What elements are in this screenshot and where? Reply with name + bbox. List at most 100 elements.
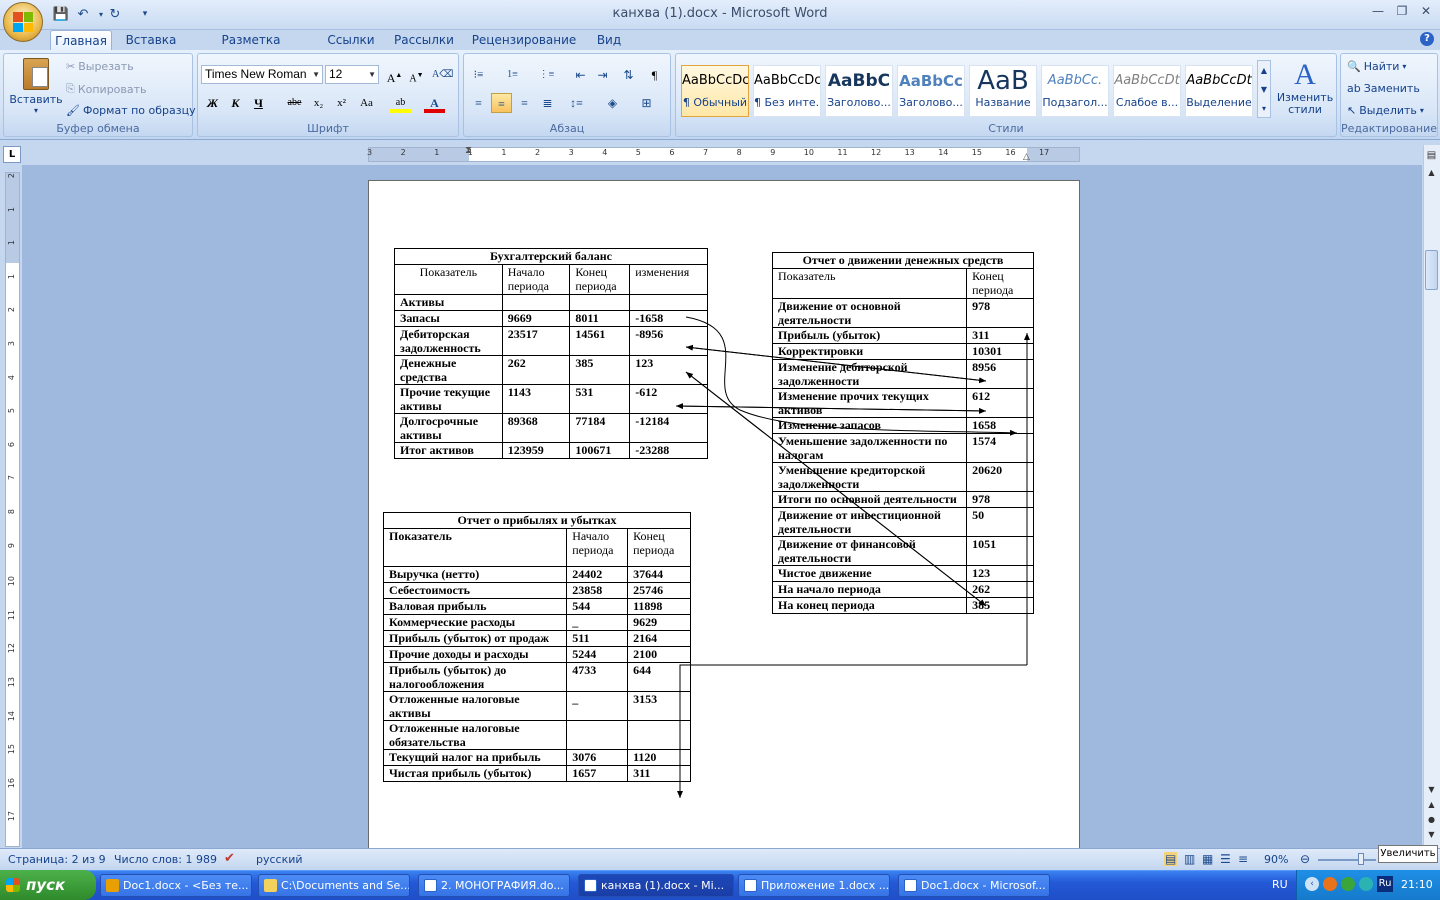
print-layout-icon[interactable]: ▤ <box>1164 852 1178 866</box>
table-row[interactable]: Корректировки 10301 <box>771 343 1034 360</box>
tab-references[interactable]: Ссылки <box>322 30 380 50</box>
tray-language-icon[interactable]: Ru <box>1377 876 1393 892</box>
scroll-up-icon[interactable]: ▲ <box>1425 168 1438 180</box>
tab-selector[interactable]: L <box>3 146 21 163</box>
line-spacing-icon[interactable]: ↕≡ <box>566 93 587 113</box>
table-row[interactable]: Чистое движение 123 <box>771 565 1034 582</box>
tab-view[interactable]: Вид <box>590 30 628 50</box>
style-subtle-emphasis[interactable]: AaBbCcDt Слабое в... <box>1113 65 1181 117</box>
table-row[interactable]: Прочие текущие активы 1143 531 -612 <box>394 384 708 414</box>
sort-icon[interactable]: ⇅ <box>618 65 639 85</box>
align-right-icon[interactable]: ≡ <box>514 93 535 113</box>
cut-button[interactable]: ✂ Вырезать <box>66 60 134 73</box>
taskbar-item[interactable]: Doc1.docx - Microsof... <box>898 874 1050 897</box>
find-button[interactable]: 🔍 Найти ▾ <box>1347 60 1406 73</box>
strikethrough-button[interactable]: abe <box>284 93 305 113</box>
restore-icon[interactable]: ❐ <box>1392 4 1412 22</box>
table-row[interactable]: Уменьшение кредиторской задолженности 206… <box>771 462 1034 492</box>
shrink-font-icon[interactable]: A▼ <box>406 65 427 85</box>
outline-icon[interactable]: ☰ <box>1220 852 1231 866</box>
style-no-spacing[interactable]: AaBbCcDc ¶ Без инте... <box>753 65 821 117</box>
align-center-icon[interactable]: ≡ <box>491 93 512 113</box>
start-button[interactable]: пуск <box>0 870 96 900</box>
shading-icon[interactable]: ◈ <box>602 93 623 113</box>
style-emphasis[interactable]: AaBbCcDt Выделение <box>1185 65 1253 117</box>
tray-app-icon[interactable] <box>1359 877 1373 891</box>
table-row[interactable]: Изменение прочих текущих активов 612 <box>771 388 1034 418</box>
taskbar-item[interactable]: Doc1.docx - <Без те... <box>100 874 252 897</box>
web-layout-icon[interactable]: ▦ <box>1202 852 1213 866</box>
customize-qat-icon[interactable]: ▾ <box>136 5 154 23</box>
scrollbar-thumb[interactable] <box>1425 250 1438 290</box>
table-row[interactable]: Коммерческие расходы _ 9629 <box>382 614 691 631</box>
language-indicator[interactable]: русский <box>256 853 303 866</box>
zoom-level[interactable]: 90% <box>1264 853 1288 866</box>
underline-button[interactable]: Ч <box>248 93 269 113</box>
zoom-out-icon[interactable]: ⊖ <box>1300 852 1310 866</box>
style-normal[interactable]: AaBbCcDc ¶ Обычный <box>681 65 749 117</box>
right-indent-marker-icon[interactable]: △ <box>1023 152 1030 162</box>
table-row[interactable]: Себестоимость 23858 25746 <box>382 582 691 599</box>
table-row[interactable]: Отложенные налоговые активы _ 3153 <box>382 691 691 721</box>
decrease-indent-icon[interactable]: ⇤ <box>570 65 591 85</box>
help-icon[interactable]: ? <box>1420 32 1434 46</box>
zoom-slider-thumb[interactable] <box>1358 853 1364 865</box>
borders-icon[interactable]: ⊞ <box>636 93 657 113</box>
style-subtitle[interactable]: AaBbCc. Подзагол... <box>1041 65 1109 117</box>
tab-home[interactable]: Главная <box>50 30 112 50</box>
table-row[interactable]: Активы <box>394 294 708 311</box>
tray-app-icon[interactable] <box>1323 877 1337 891</box>
vertical-ruler[interactable]: 2 1 1 1 2 3 4 5 6 7 8 9 10 11 12 13 14 15 16 17 <box>5 172 20 847</box>
italic-button[interactable]: К <box>225 93 246 113</box>
font-size-combo[interactable]: 12 ▼ <box>325 65 379 84</box>
input-language[interactable]: RU <box>1272 878 1288 891</box>
highlight-icon[interactable]: ab <box>390 93 411 113</box>
styles-scroll[interactable]: ▲ ▼ ▾ <box>1257 60 1271 118</box>
table-row[interactable]: Прочие доходы и расходы 5244 2100 <box>382 646 691 663</box>
table-row[interactable]: Выручка (нетто) 24402 37644 <box>382 566 691 583</box>
balance-table[interactable]: Бухгалтерский баланс Показатель Начало п… <box>394 248 708 459</box>
superscript-button[interactable]: x² <box>331 93 352 113</box>
justify-icon[interactable]: ≣ <box>537 93 558 113</box>
table-row[interactable]: Итог активов 123959 100671 -23288 <box>394 442 708 459</box>
proofing-icon[interactable]: ✔ <box>224 851 235 866</box>
numbering-icon[interactable]: 1≡ <box>502 65 523 85</box>
draft-icon[interactable]: ≡ <box>1238 852 1248 866</box>
table-row[interactable]: Прибыль (убыток) до налогообложения 4733 6… <box>382 662 691 692</box>
full-screen-reading-icon[interactable]: ▥ <box>1184 852 1195 866</box>
table-row[interactable]: Валовая прибыль 544 11898 <box>382 598 691 615</box>
table-row[interactable]: Итоги по основной деятельности 978 <box>771 491 1034 508</box>
taskbar-item[interactable]: 2. МОНОГРАФИЯ.do... <box>418 874 570 897</box>
change-case-button[interactable]: Aa <box>356 93 377 113</box>
table-row[interactable]: На конец периода 385 <box>771 597 1034 614</box>
paste-button[interactable]: Вставить ▾ <box>8 56 64 118</box>
undo-icon[interactable]: ↶ <box>74 5 92 23</box>
taskbar-item[interactable]: Приложение 1.docx ... <box>738 874 890 897</box>
table-row[interactable]: На начало периода 262 <box>771 581 1034 598</box>
browse-object-icon[interactable]: ● <box>1425 815 1438 827</box>
grow-font-icon[interactable]: A▲ <box>384 65 405 85</box>
table-row[interactable]: Прибыль (убыток) 311 <box>771 327 1034 344</box>
tab-insert[interactable]: Вставка <box>120 30 182 50</box>
table-row[interactable]: Денежные средства 262 385 123 <box>394 355 708 385</box>
tab-page-layout[interactable]: Разметка страницы <box>190 30 312 67</box>
zoom-slider[interactable] <box>1318 859 1376 861</box>
table-row[interactable]: Долгосрочные активы 89368 77184 -12184 <box>394 413 708 443</box>
table-row[interactable]: Изменение дебиторской задолженности 8956 <box>771 359 1034 389</box>
multilevel-list-icon[interactable]: ⋮≡ <box>536 65 557 85</box>
clear-format-icon[interactable]: A⌫ <box>432 65 453 85</box>
close-icon[interactable]: ✕ <box>1416 4 1436 22</box>
style-heading-1[interactable]: AaBbC Заголово... <box>825 65 893 117</box>
income-table[interactable]: Отчет о прибылях и убытках Показатель На… <box>382 512 691 782</box>
table-row[interactable]: Запасы 9669 8011 -1658 <box>394 310 708 327</box>
align-left-icon[interactable]: ≡ <box>468 93 489 113</box>
horizontal-ruler[interactable]: 3 2 1 1 1 2 3 4 5 6 7 8 9 10 11 12 13 14 15 16 17 ⧗ △ <box>367 145 1080 162</box>
tab-mailings[interactable]: Рассылки <box>390 30 458 50</box>
tab-review[interactable]: Рецензирование <box>468 30 580 50</box>
tray-app-icon[interactable] <box>1341 877 1355 891</box>
table-row[interactable]: Дебиторская задолженность 23517 14561 -8956 <box>394 326 708 356</box>
pilcrow-icon[interactable]: ¶ <box>644 65 665 85</box>
word-count[interactable]: Число слов: 1 989 <box>114 853 217 866</box>
page-indicator[interactable]: Страница: 2 из 9 <box>8 853 106 866</box>
replace-button[interactable]: ab Заменить <box>1347 82 1420 95</box>
